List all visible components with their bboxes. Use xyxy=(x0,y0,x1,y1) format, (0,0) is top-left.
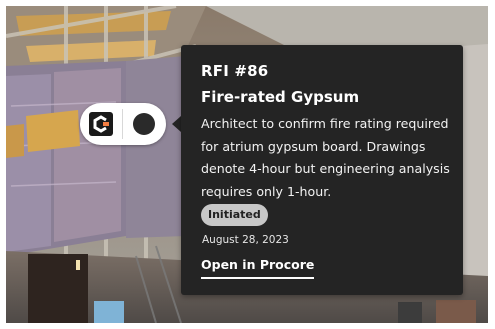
status-badge: Initiated xyxy=(201,204,268,226)
procore-logo-icon xyxy=(80,103,122,145)
rfi-date: August 28, 2023 xyxy=(202,234,289,246)
rfi-number: RFI #86 xyxy=(201,62,269,80)
rfi-description: Architect to confirm fire rating require… xyxy=(201,116,450,199)
dot-icon xyxy=(123,103,165,145)
open-in-procore-link[interactable]: Open in Procore xyxy=(201,257,315,279)
tooltip-caret xyxy=(172,116,181,132)
rfi-title: Fire-rated Gypsum xyxy=(201,88,360,106)
panorama-viewer[interactable]: RFI #86 Fire-rated Gypsum Architect to c… xyxy=(6,6,488,323)
rfi-tooltip-card: RFI #86 Fire-rated Gypsum Architect to c… xyxy=(181,45,463,295)
rfi-pin[interactable] xyxy=(80,103,166,145)
